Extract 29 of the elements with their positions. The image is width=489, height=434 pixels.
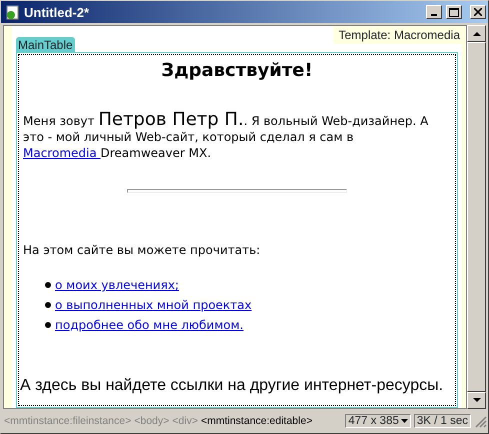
close-icon	[474, 8, 482, 16]
caret-icon	[400, 419, 408, 423]
download-time: 3K / 1 sec	[414, 414, 471, 428]
maximize-icon	[449, 8, 459, 16]
down-arrow-icon	[472, 398, 480, 403]
template-label: Template: Macromedia	[332, 26, 462, 44]
window-size-dropdown[interactable]: 477 x 385	[345, 414, 411, 428]
tag-selector-item[interactable]: <mmtinstance:editable>	[200, 415, 312, 427]
minimize-button[interactable]	[426, 5, 442, 19]
up-arrow-icon	[472, 31, 480, 36]
maximize-button[interactable]	[446, 5, 462, 19]
scroll-up-button[interactable]	[467, 25, 486, 42]
scroll-down-button[interactable]	[467, 392, 486, 409]
page-heading: Здравствуйте!	[160, 59, 314, 83]
bullet-icon	[45, 302, 51, 308]
list-intro: На этом сайте вы можете прочитать:	[23, 242, 262, 259]
app-icon	[5, 4, 20, 20]
link[interactable]: подробнее обо мне любимом.	[55, 317, 244, 333]
link[interactable]: о выполненных мной проектах	[55, 297, 252, 313]
bullet-icon	[45, 322, 51, 328]
close-button[interactable]	[470, 5, 486, 19]
closing-text: А здесь вы найдете ссылки на другие интернет-ресурсы.	[20, 377, 444, 395]
link[interactable]: Macromedia	[23, 146, 101, 160]
window-title: Untitled-2*	[24, 4, 90, 20]
resize-grip-icon[interactable]	[474, 414, 487, 428]
intro-paragraph: Меня зовут Петров Петр П.. Я вольный Web-дизайнер. А это - мой личный Web-сайт, который сделал я сам в Macromedia Dreamweaver MX.	[23, 112, 430, 161]
bullet-icon	[45, 282, 51, 288]
link[interactable]: о моих увлечениях;	[55, 277, 179, 293]
region-tab[interactable]: MainTable	[16, 37, 75, 52]
